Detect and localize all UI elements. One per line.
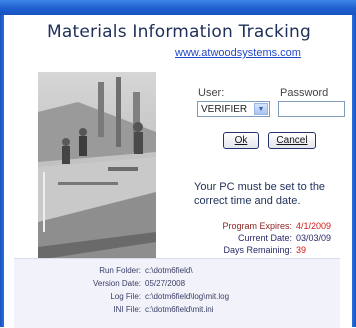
website-link[interactable]: www.atwoodsystems.com	[132, 47, 344, 59]
app-title: Materials Information Tracking	[47, 22, 311, 42]
version-date-value: 05/27/2008	[145, 279, 186, 288]
construction-photo-graphic	[38, 72, 156, 271]
window-border-right	[352, 15, 356, 327]
user-select[interactable]: VERIFIER ▼	[197, 101, 270, 117]
password-field[interactable]	[278, 101, 345, 117]
version-date-label: Version Date:	[92, 279, 141, 288]
login-panel: Materials Information Tracking www.atwoo…	[14, 15, 345, 271]
run-folder-value: c:\dotm6field\	[145, 266, 193, 275]
days-remaining-label: Days Remaining:	[223, 245, 292, 255]
log-file-value: c:\dotm6field\log\mit.log	[145, 292, 230, 301]
ok-button[interactable]: Ok	[223, 132, 259, 149]
chevron-down-icon[interactable]: ▼	[254, 103, 268, 115]
log-file-label: Log File:	[110, 292, 141, 301]
ini-file-value: c:\dotm6field\mit.ini	[145, 305, 214, 314]
time-date-message: Your PC must be set to the correct time …	[194, 181, 326, 207]
program-expires-value: 4/1/2009	[296, 221, 332, 231]
window-titlebar[interactable]	[0, 0, 356, 15]
current-date-label: Current Date:	[237, 233, 292, 243]
current-date-value: 03/03/09	[296, 233, 332, 243]
environment-info-panel: Run Folder: c:\dotm6field\ Version Date:…	[14, 258, 340, 328]
days-remaining-value: 39	[296, 245, 307, 255]
ini-file-label: INI File:	[113, 305, 141, 314]
password-label: Password	[280, 87, 329, 99]
cancel-button[interactable]: Cancel	[268, 132, 316, 149]
run-folder-label: Run Folder:	[99, 266, 141, 275]
construction-photo	[38, 72, 156, 271]
user-select-value: VERIFIER	[201, 104, 248, 115]
program-expires-label: Program Expires:	[222, 221, 292, 231]
login-window: Materials Information Tracking www.atwoo…	[0, 0, 356, 328]
window-client-area: Materials Information Tracking www.atwoo…	[4, 15, 352, 328]
user-label: User:	[198, 87, 225, 99]
